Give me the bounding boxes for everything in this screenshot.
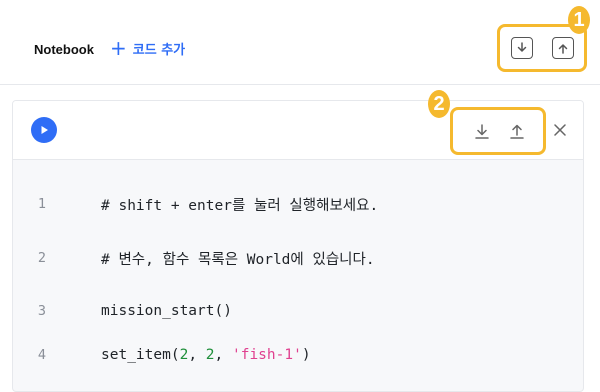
code-line[interactable]: 1 # shift + enter를 눌러 실행해보세요.	[13, 192, 583, 216]
cell-download-button[interactable]	[470, 120, 494, 144]
code-separator: ,	[188, 347, 206, 363]
code-line[interactable]: 4 set_item(2, 2, 'fish-1')	[13, 343, 583, 367]
notebook-download-button[interactable]	[511, 37, 533, 59]
code-text: set_item(2, 2, 'fish-1')	[101, 347, 311, 363]
code-cell: 1 # shift + enter를 눌러 실행해보세요. 2 # 변수, 함수…	[12, 100, 584, 392]
line-number: 4	[37, 347, 47, 363]
add-code-label: 코드 추가	[132, 42, 186, 58]
code-function: set_item(	[101, 347, 180, 363]
code-paren: )	[301, 347, 311, 363]
code-line[interactable]: 2 # 변수, 함수 목록은 World에 있습니다.	[13, 246, 583, 270]
upload-icon	[558, 44, 568, 54]
plus-icon: +	[110, 36, 127, 60]
play-icon	[41, 126, 48, 134]
close-cell-button[interactable]	[548, 118, 572, 142]
download-icon	[475, 124, 489, 139]
run-button[interactable]	[31, 117, 57, 143]
code-text: # 변수, 함수 목록은 World에 있습니다.	[101, 251, 375, 268]
close-icon	[554, 124, 566, 136]
line-number: 2	[37, 250, 47, 266]
cell-upload-button[interactable]	[505, 120, 529, 144]
code-number: 2	[179, 347, 189, 363]
notebook-title: Notebook	[34, 42, 94, 57]
cell-toolbar	[13, 101, 583, 160]
download-icon	[517, 42, 527, 52]
code-string: 'fish-1'	[231, 347, 302, 363]
code-number: 2	[205, 347, 215, 363]
upload-icon	[510, 124, 524, 139]
annotation-badge-1: 1	[568, 6, 590, 34]
code-text: mission_start()	[101, 303, 232, 319]
annotation-badge-2: 2	[428, 90, 450, 118]
line-number: 1	[37, 196, 47, 212]
code-text: # shift + enter를 눌러 실행해보세요.	[101, 197, 379, 214]
notebook-toolbar: Notebook + 코드 추가 1	[0, 0, 600, 85]
code-separator: ,	[214, 347, 232, 363]
cell-io-highlight	[450, 107, 546, 155]
line-number: 3	[37, 303, 47, 319]
code-line[interactable]: 3 mission_start()	[13, 299, 583, 323]
add-code-button[interactable]: + 코드 추가	[110, 38, 185, 58]
notebook-upload-button[interactable]	[552, 37, 574, 59]
